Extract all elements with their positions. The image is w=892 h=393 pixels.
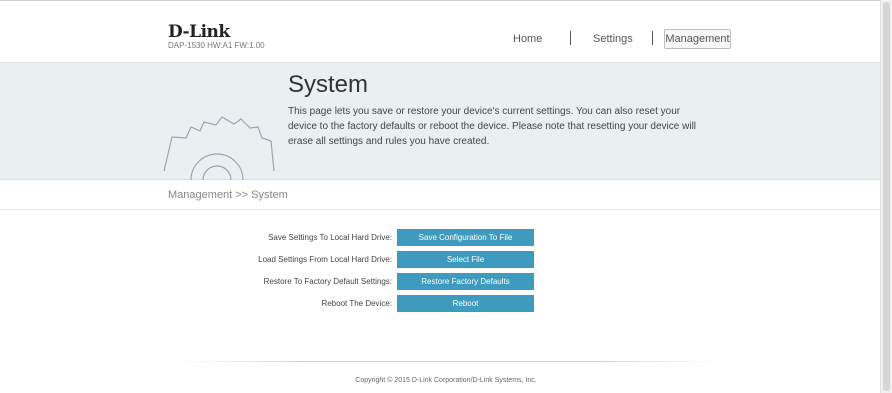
nav-home[interactable]: Home xyxy=(513,29,542,49)
scrollbar-thumb[interactable] xyxy=(883,2,890,391)
restore-defaults-row: Restore To Factory Default Settings: Res… xyxy=(0,273,880,290)
page-title: System xyxy=(288,71,369,98)
load-settings-label: Load Settings From Local Hard Drive: xyxy=(258,255,392,264)
load-settings-row: Load Settings From Local Hard Drive: Sel… xyxy=(0,251,880,268)
select-file-button[interactable]: Select File xyxy=(397,251,534,268)
save-configuration-button[interactable]: Save Configuration To File xyxy=(397,229,534,246)
nav-management[interactable]: Management xyxy=(664,29,731,49)
save-settings-label: Save Settings To Local Hard Drive: xyxy=(268,233,392,242)
header: D-Link DAP-1530 HW:A1 FW:1.00 Home Setti… xyxy=(0,1,880,63)
save-settings-row: Save Settings To Local Hard Drive: Save … xyxy=(0,229,880,246)
reboot-label: Reboot The Device: xyxy=(321,299,392,308)
nav-separator xyxy=(570,31,571,45)
nav-settings[interactable]: Settings xyxy=(593,29,633,49)
breadcrumb: Management >> System xyxy=(168,189,288,201)
gear-icon xyxy=(163,116,275,180)
reboot-button[interactable]: Reboot xyxy=(397,295,534,312)
dlink-logo[interactable]: D-Link xyxy=(168,22,230,42)
reboot-row: Reboot The Device: Reboot xyxy=(0,295,880,312)
copyright-footer: Copyright © 2015 D-Link Corporation/D-Li… xyxy=(355,377,537,384)
nav-separator xyxy=(652,31,653,45)
footer-divider xyxy=(178,361,722,362)
model-info: DAP-1530 HW:A1 FW:1.00 xyxy=(168,41,265,50)
vertical-scrollbar[interactable] xyxy=(880,0,892,393)
hero-banner: System This page lets you save or restor… xyxy=(0,63,880,180)
restore-factory-defaults-button[interactable]: Restore Factory Defaults xyxy=(397,273,534,290)
restore-defaults-label: Restore To Factory Default Settings: xyxy=(263,277,392,286)
divider xyxy=(0,209,880,210)
page-description: This page lets you save or restore your … xyxy=(288,106,697,147)
